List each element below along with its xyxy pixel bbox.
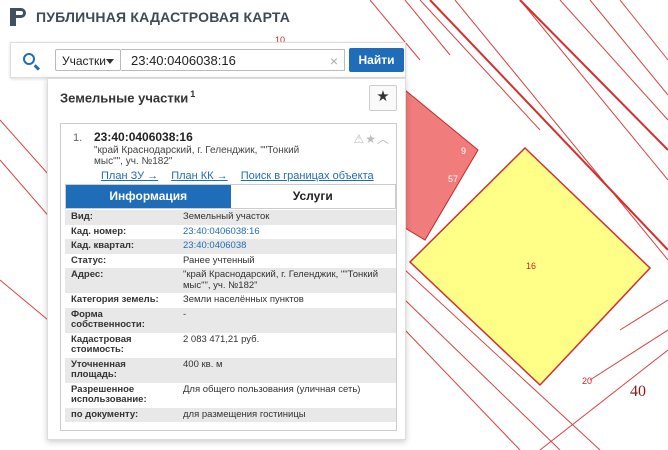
property-key: Кадастровая стоимость: [71,333,132,355]
object-type-select[interactable]: Участки [55,49,121,71]
map-label-40: 40 [630,383,646,400]
property-key: Кад. квартал: [65,239,177,254]
tab-services[interactable]: Услуги [230,185,395,208]
property-value: Для общего пользования (уличная сеть) [183,383,361,395]
map-label-9: 9 [461,146,467,156]
properties-table: Вид: Земельный участок Кад. номер: 23:40… [65,210,396,422]
map-label-16: 16 [526,261,537,271]
tab-information[interactable]: Информация [66,185,231,208]
property-key: Уточненная площадь: [65,357,177,383]
property-key: Статус: [71,254,107,266]
find-button[interactable]: Найти [349,48,404,72]
property-value[interactable]: 23:40:0406038 [177,239,396,254]
logo-icon [10,8,28,26]
property-key: Категория земель: [71,294,159,305]
table-row: Категория земель: Земли населённых пункт… [65,293,396,308]
result-count: 1 [190,89,196,99]
plan-zu-link[interactable]: План ЗУ → [101,170,158,182]
table-row: Статус: Ранее учтенный [65,254,396,269]
property-key: по документу: [65,407,177,422]
results-panel: Земельные участки 1 ★ 1. 23:40:0406038:16… [47,78,406,440]
map-label-20: 20 [582,376,593,386]
plan-kk-link[interactable]: План КК → [171,170,227,182]
property-value: Земельный участок [177,210,396,225]
table-row: Адрес: "край Краснодарский, г. Геленджик… [65,268,396,293]
card-tools: ⚠★︿ [353,130,390,147]
property-key: Адрес: [65,268,177,293]
property-value: Ранее учтенный [183,254,255,266]
search-query: 23:40:0406038:16 [131,53,236,68]
panel-title-text: Земельные участки [60,90,189,106]
table-row: Форма собственности: - [65,307,396,333]
app-header: ПУБЛИЧНАЯ КАДАСТРОВАЯ КАРТА [10,8,290,26]
card-cad-number: 23:40:0406038:16 [94,130,193,144]
card-index: 1. [73,132,83,144]
table-row: Кад. квартал: 23:40:0406038 [65,239,396,254]
chevron-up-icon[interactable]: ︿ [377,132,390,146]
property-value[interactable]: 23:40:0406038:16 [177,225,396,240]
table-row: Кадастровая стоимость: 2 083 471,21 руб. [65,333,396,358]
property-key: Вид: [65,210,177,225]
table-row: по документу: для размещения гостиницы [65,407,396,422]
favorite-button[interactable]: ★ [369,85,397,111]
parcel-card: 1. 23:40:0406038:16 "край Краснодарский,… [60,123,397,431]
map-label-57: 57 [448,174,459,184]
star-icon: ★ [376,88,390,105]
object-type-label: Участки [62,54,106,68]
search-input[interactable]: 23:40:0406038:16 × [121,49,345,71]
property-value: "край Краснодарский, г. Геленджик, ""Тон… [177,268,396,293]
table-row: Уточненная площадь: 400 кв. м [65,357,396,383]
property-value: для размещения гостиницы [177,407,396,422]
table-row: Вид: Земельный участок [65,210,396,225]
table-row: Кад. номер: 23:40:0406038:16 [65,225,396,240]
search-bar: Участки 23:40:0406038:16 × Найти [10,42,406,78]
panel-title: Земельные участки 1 [60,89,195,105]
clear-icon[interactable]: × [330,50,338,72]
property-value: Земли населённых пунктов [183,294,304,305]
table-row: Разрешенное использование: Для общего по… [65,383,396,408]
property-value: - [177,307,396,333]
property-value: 400 кв. м [177,357,396,383]
property-value: 2 083 471,21 руб. [183,333,260,345]
card-address: "край Краснодарский, г. Геленджик, ""Тон… [94,145,300,167]
chevron-down-icon [106,59,114,64]
app-title: ПУБЛИЧНАЯ КАДАСТРОВАЯ КАРТА [36,9,291,25]
star-outline-icon[interactable]: ★ [365,132,377,146]
search-icon[interactable] [23,53,35,65]
card-tabs: Информация Услуги [65,184,396,209]
property-key: Форма собственности: [65,307,177,333]
property-key: Кад. номер: [71,225,127,237]
warning-icon[interactable]: ⚠ [353,132,365,146]
property-key: Разрешенное использование: [71,383,147,405]
